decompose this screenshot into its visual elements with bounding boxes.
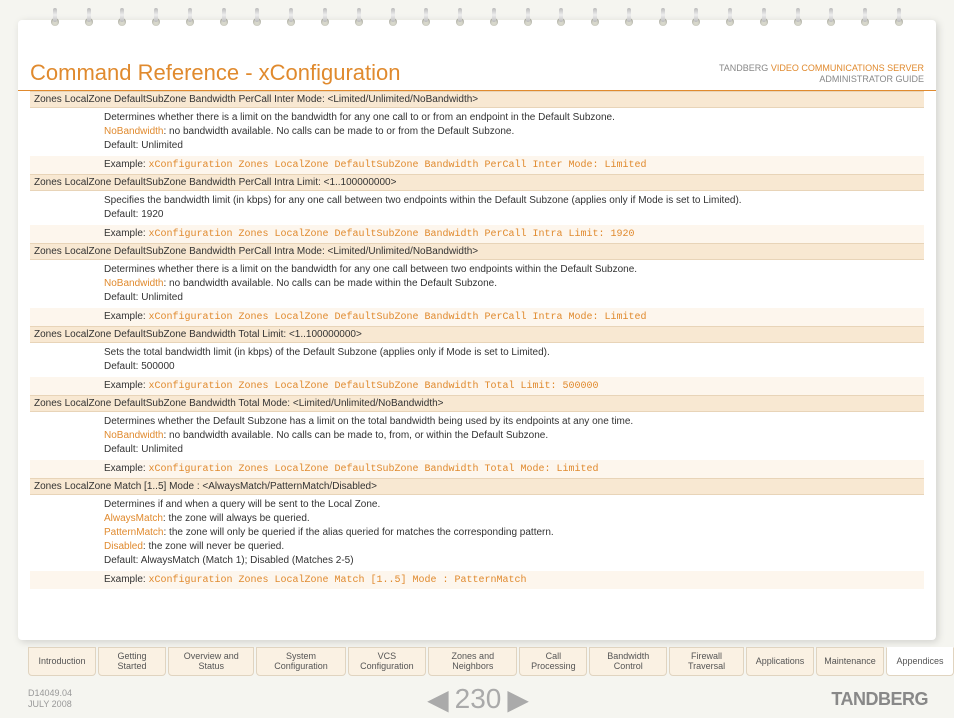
content-area: Zones LocalZone DefaultSubZone Bandwidth… [18, 91, 936, 589]
example-code: xConfiguration Zones LocalZone DefaultSu… [148, 464, 598, 475]
example-code: xConfiguration Zones LocalZone DefaultSu… [148, 160, 646, 171]
command-keyword-line: NoBandwidth: no bandwidth available. No … [104, 429, 920, 443]
command-header: Zones LocalZone DefaultSubZone Bandwidth… [30, 91, 924, 108]
command-example: Example: xConfiguration Zones LocalZone … [30, 377, 924, 395]
example-code: xConfiguration Zones LocalZone DefaultSu… [148, 229, 634, 240]
header-right: TANDBERG VIDEO COMMUNICATIONS SERVER ADM… [719, 63, 924, 86]
command-keyword-line: NoBandwidth: no bandwidth available. No … [104, 277, 920, 291]
example-code: xConfiguration Zones LocalZone Match [1.… [148, 575, 526, 586]
tab-introduction[interactable]: Introduction [28, 647, 96, 676]
command-keyword-line: NoBandwidth: no bandwidth available. No … [104, 125, 920, 139]
tab-zones-and-neighbors[interactable]: Zones and Neighbors [428, 647, 517, 676]
pager: ◀ 230 ▶ [427, 683, 529, 716]
command-example: Example: xConfiguration Zones LocalZone … [30, 571, 924, 589]
command-header: Zones LocalZone DefaultSubZone Bandwidth… [30, 243, 924, 260]
command-desc: Sets the total bandwidth limit (in kbps)… [104, 346, 920, 360]
command-example: Example: xConfiguration Zones LocalZone … [30, 308, 924, 326]
page-title: Command Reference - xConfiguration [30, 60, 401, 86]
prev-page-icon[interactable]: ◀ [427, 683, 449, 716]
spiral-binding [18, 10, 936, 40]
keyword: Disabled [104, 541, 143, 552]
command-default: Default: Unlimited [104, 139, 920, 153]
tab-call-processing[interactable]: Call Processing [519, 647, 587, 676]
command-desc: Determines whether there is a limit on t… [104, 263, 920, 277]
command-keyword-line: PatternMatch: the zone will only be quer… [104, 526, 920, 540]
command-body: Determines whether there is a limit on t… [30, 260, 924, 308]
command-body: Specifies the bandwidth limit (in kbps) … [30, 191, 924, 225]
command-header: Zones LocalZone DefaultSubZone Bandwidth… [30, 326, 924, 343]
command-default: Default: Unlimited [104, 443, 920, 457]
command-example: Example: xConfiguration Zones LocalZone … [30, 156, 924, 174]
command-desc: Determines whether the Default Subzone h… [104, 415, 920, 429]
example-code: xConfiguration Zones LocalZone DefaultSu… [148, 312, 646, 323]
command-body: Determines whether there is a limit on t… [30, 108, 924, 156]
tab-appendices[interactable]: Appendices [886, 647, 954, 676]
example-code: xConfiguration Zones LocalZone DefaultSu… [148, 381, 598, 392]
tab-system-configuration[interactable]: System Configuration [256, 647, 345, 676]
tab-maintenance[interactable]: Maintenance [816, 647, 884, 676]
doc-id-block: D14049.04 JULY 2008 [28, 688, 72, 710]
command-desc: Determines if and when a query will be s… [104, 498, 920, 512]
page-number: 230 [455, 683, 502, 715]
example-label: Example: [104, 228, 148, 239]
footer: D14049.04 JULY 2008 ◀ 230 ▶ TANDBERG [28, 688, 928, 710]
example-label: Example: [104, 311, 148, 322]
keyword: AlwaysMatch [104, 513, 163, 524]
example-label: Example: [104, 159, 148, 170]
tab-firewall-traversal[interactable]: Firewall Traversal [669, 647, 744, 676]
command-header: Zones LocalZone DefaultSubZone Bandwidth… [30, 174, 924, 191]
brand-logo: TANDBERG [831, 689, 928, 710]
command-example: Example: xConfiguration Zones LocalZone … [30, 460, 924, 478]
tab-overview-and-status[interactable]: Overview and Status [168, 647, 254, 676]
product-name: VIDEO COMMUNICATIONS SERVER [771, 63, 924, 73]
page: Command Reference - xConfiguration TANDB… [18, 20, 936, 640]
command-default: Default: AlwaysMatch (Match 1); Disabled… [104, 554, 920, 568]
command-default: Default: 500000 [104, 360, 920, 374]
command-keyword-line: AlwaysMatch: the zone will always be que… [104, 512, 920, 526]
example-label: Example: [104, 574, 148, 585]
keyword: PatternMatch [104, 527, 163, 538]
doc-subtitle: ADMINISTRATOR GUIDE [719, 74, 924, 86]
doc-id: D14049.04 [28, 688, 72, 699]
company-name: TANDBERG [719, 63, 768, 73]
example-label: Example: [104, 380, 148, 391]
command-desc: Determines whether there is a limit on t… [104, 111, 920, 125]
tab-vcs-configuration[interactable]: VCS Configuration [348, 647, 427, 676]
command-header: Zones LocalZone Match [1..5] Mode : <Alw… [30, 478, 924, 495]
keyword: NoBandwidth [104, 126, 163, 137]
tab-applications[interactable]: Applications [746, 647, 814, 676]
keyword: NoBandwidth [104, 430, 163, 441]
tab-bandwidth-control[interactable]: Bandwidth Control [589, 647, 667, 676]
command-body: Determines whether the Default Subzone h… [30, 412, 924, 460]
command-desc: Specifies the bandwidth limit (in kbps) … [104, 194, 920, 208]
keyword: NoBandwidth [104, 278, 163, 289]
tab-getting-started[interactable]: Getting Started [98, 647, 166, 676]
tab-bar: IntroductionGetting StartedOverview and … [28, 647, 954, 676]
command-header: Zones LocalZone DefaultSubZone Bandwidth… [30, 395, 924, 412]
example-label: Example: [104, 463, 148, 474]
command-body: Determines if and when a query will be s… [30, 495, 924, 571]
command-default: Default: 1920 [104, 208, 920, 222]
command-body: Sets the total bandwidth limit (in kbps)… [30, 343, 924, 377]
next-page-icon[interactable]: ▶ [507, 683, 529, 716]
doc-date: JULY 2008 [28, 699, 72, 710]
command-default: Default: Unlimited [104, 291, 920, 305]
command-example: Example: xConfiguration Zones LocalZone … [30, 225, 924, 243]
command-keyword-line: Disabled: the zone will never be queried… [104, 540, 920, 554]
